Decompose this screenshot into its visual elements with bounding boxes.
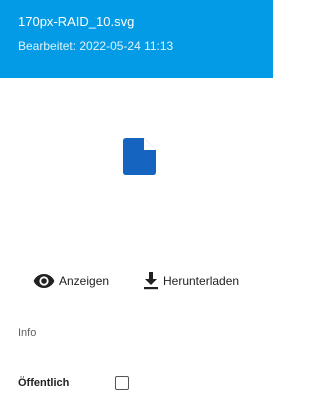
file-modified-date: Bearbeitet: 2022-05-24 11:13: [18, 39, 174, 53]
public-setting: Öffentlich: [18, 374, 258, 392]
public-checkbox[interactable]: [115, 376, 129, 390]
view-button[interactable]: Anzeigen: [33, 268, 109, 294]
view-label: Anzeigen: [59, 274, 110, 288]
file-header: 170px-RAID_10.svg Bearbeitet: 2022-05-24…: [0, 0, 273, 78]
public-label: Öffentlich: [18, 377, 70, 389]
download-icon: [144, 272, 158, 290]
download-label: Herunterladen: [163, 274, 240, 288]
file-actions: Anzeigen Herunterladen: [0, 268, 273, 294]
file-preview: [0, 78, 273, 248]
file-title: 170px-RAID_10.svg: [18, 14, 135, 29]
file-icon: [123, 138, 156, 175]
info-section-label: Info: [18, 327, 37, 339]
download-button[interactable]: Herunterladen: [143, 268, 239, 294]
eye-icon: [33, 274, 55, 288]
